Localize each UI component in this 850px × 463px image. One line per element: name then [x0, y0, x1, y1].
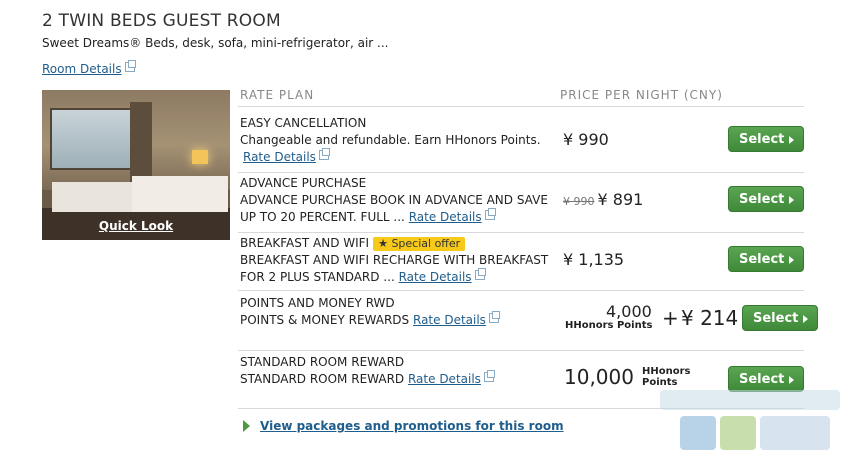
divider: [238, 106, 804, 107]
points-label: HHonors: [642, 366, 691, 377]
photo-bed: [52, 182, 132, 212]
price: ¥ 1,135: [563, 250, 625, 269]
rate-plan-name: POINTS AND MONEY RWD: [240, 296, 395, 310]
select-label: Select: [739, 192, 785, 207]
select-button[interactable]: Select: [728, 186, 804, 212]
header-price: PRICE PER NIGHT (CNY): [560, 88, 723, 102]
header-rate-plan: RATE PLAN: [240, 88, 315, 102]
price: ¥ 990: [563, 130, 609, 149]
select-button[interactable]: Select: [728, 246, 804, 272]
room-details-link[interactable]: Room Details: [42, 60, 136, 76]
select-label: Select: [739, 252, 785, 267]
rate-plan-desc-line: POINTS & MONEY REWARDS Rate Details: [240, 311, 500, 329]
plus-sign: +: [662, 306, 679, 330]
select-button[interactable]: Select: [728, 126, 804, 152]
chevron-right-icon: [789, 136, 794, 144]
external-link-icon: [124, 60, 136, 72]
rate-plan-desc-text: UP TO 20 PERCENT. FULL ...: [240, 210, 405, 224]
play-arrow-icon: [243, 420, 250, 432]
rate-plan-name: ADVANCE PURCHASE: [240, 176, 367, 190]
rate-plan-desc-line2: FOR 2 PLUS STANDARD ... Rate Details: [240, 268, 486, 286]
view-packages-link[interactable]: View packages and promotions for this ro…: [260, 419, 564, 433]
external-link-icon: [483, 370, 495, 382]
price: ¥ 214: [681, 306, 739, 330]
rate-details-link[interactable]: Rate Details: [409, 210, 482, 224]
photo-curtain: [130, 102, 152, 182]
chevron-right-icon: [803, 315, 808, 323]
external-link-icon: [318, 148, 330, 160]
watermark-logo: [660, 390, 840, 450]
divider: [238, 232, 804, 233]
photo-bed: [132, 176, 228, 212]
rate-plan-desc-text: STANDARD ROOM REWARD: [240, 372, 405, 386]
room-description: Sweet Dreams® Beds, desk, sofa, mini-ref…: [42, 36, 389, 50]
chevron-right-icon: [789, 196, 794, 204]
select-label: Select: [739, 132, 785, 147]
room-photo[interactable]: Quick Look: [42, 90, 230, 240]
rate-details-label[interactable]: Rate Details: [243, 150, 316, 164]
points-value: 4,000: [606, 302, 652, 321]
divider: [238, 290, 804, 291]
room-title: 2 TWIN BEDS GUEST ROOM: [42, 11, 281, 31]
points-label: HHonors Points: [565, 320, 653, 331]
external-link-icon: [488, 311, 500, 323]
rate-plan-name: BREAKFAST AND WIFI: [240, 236, 370, 250]
rate-plan-desc: ADVANCE PURCHASE BOOK IN ADVANCE AND SAV…: [240, 193, 548, 207]
select-button[interactable]: Select: [742, 305, 818, 331]
rate-plan-desc-line2: UP TO 20 PERCENT. FULL ... Rate Details: [240, 208, 496, 226]
rate-plan-desc-text: FOR 2 PLUS STANDARD ...: [240, 270, 395, 284]
photo-window: [50, 108, 132, 170]
external-link-icon: [484, 208, 496, 220]
rate-plan-name-line: BREAKFAST AND WIFI ★ Special offer: [240, 235, 466, 252]
old-price: ¥ 990: [563, 195, 595, 208]
select-label: Select: [739, 372, 785, 387]
rate-plan-desc-line: STANDARD ROOM REWARD Rate Details: [240, 370, 495, 388]
room-details-label[interactable]: Room Details: [42, 62, 122, 76]
special-offer-badge: ★ Special offer: [373, 237, 466, 251]
quick-look-link[interactable]: Quick Look: [42, 219, 230, 233]
external-link-icon: [474, 268, 486, 280]
rate-details-link[interactable]: Rate Details: [243, 148, 330, 166]
rate-details-link[interactable]: Rate Details: [408, 372, 481, 386]
rate-details-link[interactable]: Rate Details: [399, 270, 472, 284]
rate-plan-desc-text: POINTS & MONEY REWARDS: [240, 313, 410, 327]
points-value: 10,000: [564, 365, 634, 389]
photo-lamp: [192, 150, 208, 164]
rate-plan-desc: Changeable and refundable. Earn HHonors …: [240, 133, 541, 147]
price-block: ¥ 990 ¥ 891: [563, 190, 643, 209]
chevron-right-icon: [789, 376, 794, 384]
points-label: Points: [642, 377, 678, 388]
price: ¥ 891: [597, 190, 644, 209]
divider: [238, 172, 804, 173]
rate-plan-name: STANDARD ROOM REWARD: [240, 355, 405, 369]
chevron-right-icon: [789, 256, 794, 264]
select-label: Select: [753, 311, 799, 326]
rate-details-link[interactable]: Rate Details: [413, 313, 486, 327]
rate-plan-desc: BREAKFAST AND WIFI RECHARGE WITH BREAKFA…: [240, 253, 549, 267]
rate-plan-name: EASY CANCELLATION: [240, 116, 367, 130]
divider: [238, 350, 804, 351]
